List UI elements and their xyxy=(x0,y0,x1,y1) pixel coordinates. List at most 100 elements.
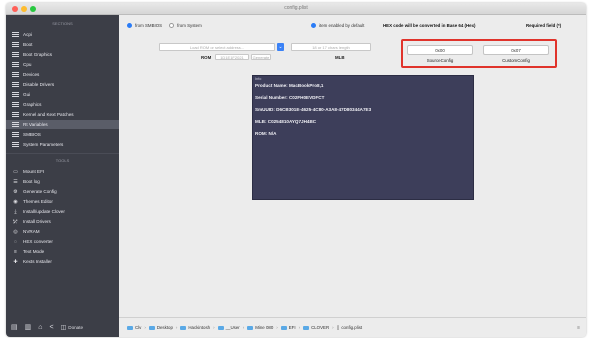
window-title: config.plist xyxy=(284,5,308,11)
sidebar-item-label: Graphics xyxy=(23,102,42,107)
sidebar-item-label: Acpi xyxy=(23,32,32,37)
sidebar-item-label: Rt Variables xyxy=(23,122,48,127)
tool-install-update-clover[interactable]: ⤓ Install/update Clover xyxy=(6,207,119,216)
sidebar-item-cpu[interactable]: Cpu xyxy=(6,60,119,69)
from-system-radio[interactable] xyxy=(169,23,175,28)
info-product-name: Product Name: MacBookPro8,1 xyxy=(255,83,324,88)
path-crumb[interactable]: Mine 080 xyxy=(247,325,273,330)
path-crumb[interactable]: Hackintosh xyxy=(180,325,210,330)
tool-nvram[interactable]: ◎ NVRAM xyxy=(6,227,119,236)
rom-value-field[interactable]: 1D1E1F2021 xyxy=(215,54,249,60)
list-icon: ☰ xyxy=(13,178,18,185)
info-rom: ROM: N/A xyxy=(255,131,277,136)
path-crumb[interactable]: __User xyxy=(217,325,240,330)
tool-label: Text Mode xyxy=(23,249,45,254)
smbios-info-panel: Info Product Name: MacBookPro8,1 Serial … xyxy=(252,75,474,200)
tool-label: Generate Config xyxy=(23,189,57,194)
path-crumb[interactable]: Clv xyxy=(127,325,141,330)
sidebar-item-devices[interactable]: Devices xyxy=(6,70,119,79)
home-icon[interactable]: ⌂ xyxy=(38,324,42,331)
source-config-button[interactable]: 0x00 xyxy=(407,45,473,55)
drivers-icon: ⤱ xyxy=(13,218,18,225)
tool-themes-editor[interactable]: ◉ Themes Editor xyxy=(6,197,119,206)
sidebar-item-label: Disable Drivers xyxy=(23,82,55,87)
tool-install-drivers[interactable]: ⤱ Install Drivers xyxy=(6,217,119,226)
tool-label: HEX converter xyxy=(23,239,53,244)
path-crumb[interactable]: Desktop xyxy=(148,325,173,330)
path-separator: › xyxy=(298,325,301,330)
sidebar-item-acpi[interactable]: Acpi xyxy=(6,30,119,39)
file-icon: ▯ xyxy=(336,324,340,331)
sidebar-item-label: Cpu xyxy=(23,62,32,67)
list-grid-icon xyxy=(12,132,19,138)
resize-grip-icon[interactable]: ≡ xyxy=(577,325,580,331)
path-crumb-file[interactable]: ▯ config.plist xyxy=(337,325,363,331)
puzzle-icon: ✚ xyxy=(13,258,18,265)
tool-text-mode[interactable]: ≡ Text Mode xyxy=(6,247,119,256)
open-file-icon[interactable]: ▤ xyxy=(11,324,18,331)
required-field-note: Required field (*) xyxy=(526,23,562,28)
sidebar-item-boot[interactable]: Boot xyxy=(6,40,119,49)
hex-note: HEX code will be converted in Base 64 (H… xyxy=(383,23,476,28)
main-panel: from SMBIOS from System item enabled by … xyxy=(119,15,586,337)
save-icon[interactable]: ▥ xyxy=(25,324,32,331)
enabled-default-radio[interactable] xyxy=(311,23,316,28)
share-icon[interactable]: < xyxy=(49,324,53,331)
list-grid-icon xyxy=(12,102,19,108)
sidebar-item-label: Boot Graphics xyxy=(23,52,53,57)
tool-kexts-installer[interactable]: ✚ Kexts Installer xyxy=(6,257,119,266)
sidebar-item-label: System Parameters xyxy=(23,142,64,147)
source-config-label: SourceConfig xyxy=(426,58,454,63)
list-grid-icon xyxy=(12,32,19,38)
donate-button[interactable]: ◫ Donate xyxy=(61,324,84,331)
path-separator: › xyxy=(276,325,278,330)
sidebar: SECTIONS Acpi Boot Boot Graphics Cpu Dev… xyxy=(6,15,119,337)
sidebar-item-boot-graphics[interactable]: Boot Graphics xyxy=(6,50,119,59)
mlb-input[interactable]: 18 or 17 chars length xyxy=(291,43,371,51)
folder-icon xyxy=(180,325,187,330)
tool-hex-converter[interactable]: ◌ HEX converter xyxy=(6,237,119,246)
rom-input[interactable]: Load ROM or select address... xyxy=(159,43,275,51)
enabled-default-option: item enabled by default xyxy=(311,23,364,28)
info-serial-number: Serial Number: C02FH0EVDFCT xyxy=(255,95,325,100)
tool-boot-log[interactable]: ☰ Boot log xyxy=(6,177,119,186)
path-separator: › xyxy=(175,325,178,330)
custom-config-button[interactable]: 0x07 xyxy=(483,45,549,55)
folder-icon xyxy=(148,325,155,330)
app-window: config.plist SECTIONS Acpi Boot Boot Gra… xyxy=(6,3,586,337)
path-separator: › xyxy=(242,325,245,330)
list-grid-icon xyxy=(12,42,19,48)
custom-config-label: CustomConfig xyxy=(502,58,530,63)
sidebar-item-kernel-kext-patches[interactable]: Kernel and Kext Patches xyxy=(6,110,119,119)
sidebar-item-gui[interactable]: Gui xyxy=(6,90,119,99)
sidebar-item-system-parameters[interactable]: System Parameters xyxy=(6,140,119,149)
from-smbios-radio[interactable] xyxy=(127,23,132,28)
list-grid-icon xyxy=(12,82,19,88)
info-mlb: MLB: C0254810AYQ7JH4BC xyxy=(255,119,317,124)
folder-icon xyxy=(217,325,224,330)
sidebar-footer: ▤ ▥ ⌂ < ◫ Donate xyxy=(6,317,119,337)
path-crumb[interactable]: CLOVER xyxy=(303,325,329,330)
tool-generate-config[interactable]: ⚙ Generate Config xyxy=(6,187,119,196)
tool-label: NVRAM xyxy=(23,229,40,234)
tool-mount-efi[interactable]: ▭ Mount EFI xyxy=(6,167,119,176)
path-crumb[interactable]: EFI xyxy=(280,325,296,330)
list-grid-icon xyxy=(12,142,19,148)
donate-label: Donate xyxy=(68,324,84,330)
list-grid-icon xyxy=(12,52,19,58)
sidebar-item-smbios[interactable]: SMBIOS xyxy=(6,130,119,139)
sidebar-item-graphics[interactable]: Graphics xyxy=(6,100,119,109)
list-grid-icon xyxy=(12,112,19,118)
sidebar-item-rt-variables[interactable]: Rt Variables xyxy=(6,120,119,129)
path-bar: Clv › Desktop › Hackintosh › __User › Mi… xyxy=(119,317,586,337)
list-grid-icon xyxy=(12,62,19,68)
from-smbios-label: from SMBIOS xyxy=(135,23,163,28)
rom-dropdown-button[interactable]: ⌄ xyxy=(277,43,284,51)
rom-generate-field[interactable]: Generate xyxy=(251,54,271,60)
list-grid-icon xyxy=(12,72,19,78)
sidebar-item-label: Devices xyxy=(23,72,40,77)
enabled-default-label: item enabled by default xyxy=(319,23,365,28)
folder-icon xyxy=(280,325,287,330)
from-system-label: from System xyxy=(177,23,202,28)
sidebar-item-disable-drivers[interactable]: Disable Drivers xyxy=(6,80,119,89)
